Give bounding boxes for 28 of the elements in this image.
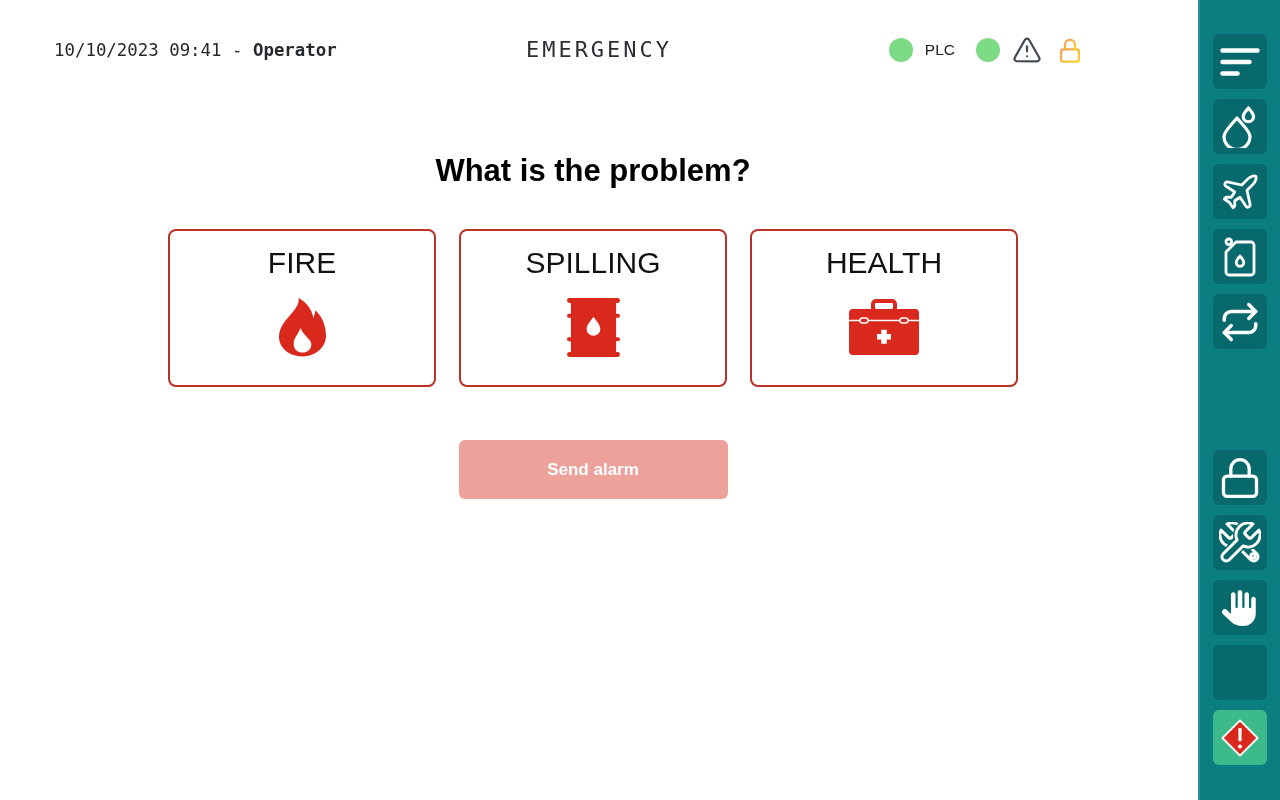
question-heading: What is the problem?: [435, 153, 751, 189]
fuel-can-icon: [1224, 236, 1256, 277]
oil-barrel-icon: [566, 297, 620, 357]
flame-icon: [278, 297, 326, 357]
sidebar-button[interactable]: [1213, 99, 1267, 154]
menu-icon: [1220, 46, 1260, 77]
lock-icon: [1060, 37, 1080, 63]
hand-icon: [1222, 589, 1258, 626]
sidebar-button[interactable]: [1213, 34, 1267, 89]
warning-diamond-icon: [1221, 718, 1259, 757]
problem-option[interactable]: FIRE: [168, 229, 436, 387]
sidebar-button[interactable]: [1213, 450, 1267, 505]
page-title: EMERGENCY: [525, 36, 673, 64]
datetime-user: 10/10/2023 09:41 - Operator: [54, 39, 337, 62]
repeat-icon: [1219, 300, 1261, 343]
warning-icon: [1012, 35, 1042, 65]
crossed-wrenches-icon: [1219, 521, 1261, 564]
sidebar-button[interactable]: [1213, 580, 1267, 635]
status-label: PLC: [924, 40, 955, 60]
medical-case-icon: [849, 299, 919, 355]
sidebar-button[interactable]: [1213, 515, 1267, 570]
sidebar-button[interactable]: [1213, 229, 1267, 284]
droplets-icon: [1222, 105, 1258, 148]
sidebar-button[interactable]: [1213, 164, 1267, 219]
sidebar-button[interactable]: [1213, 294, 1267, 349]
problem-option[interactable]: SPILLING: [459, 229, 727, 387]
sidebar-button[interactable]: [1213, 710, 1267, 765]
problem-option[interactable]: HEALTH: [750, 229, 1018, 387]
